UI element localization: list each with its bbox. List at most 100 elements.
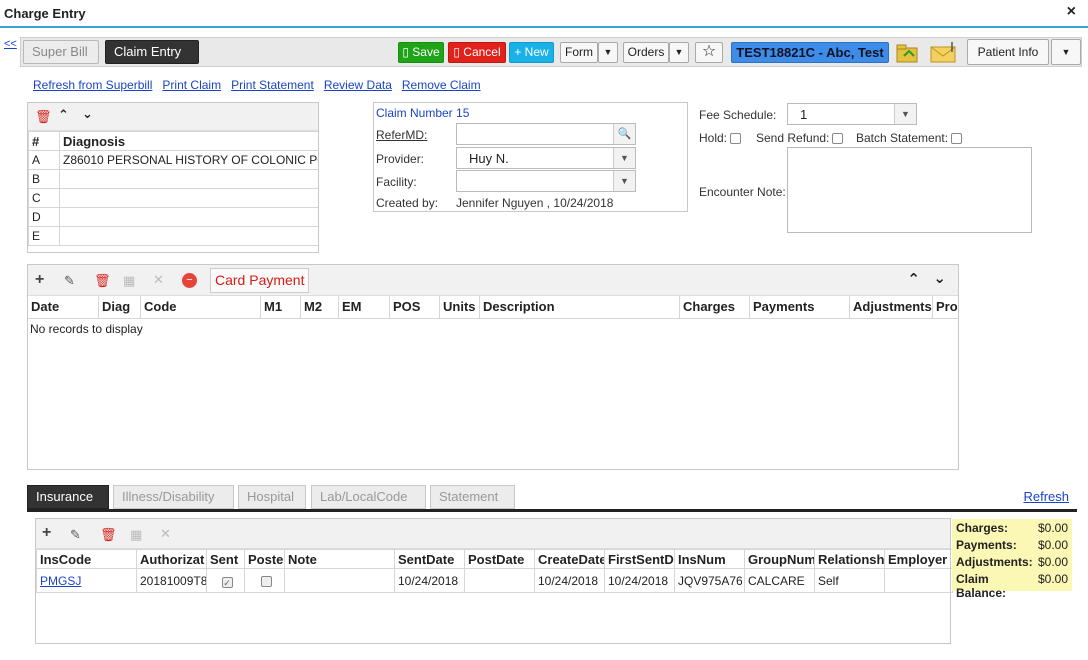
col-header: InsCode (36, 549, 137, 569)
send-refund-checkbox[interactable] (832, 133, 844, 144)
table-row[interactable]: C (28, 188, 318, 208)
card-payment-button[interactable]: Card Payment (210, 268, 310, 293)
col-header: FirstSentDa (604, 549, 675, 569)
form-button[interactable]: Form (560, 42, 598, 63)
print-claim-link[interactable]: Print Claim (162, 78, 221, 92)
table-row[interactable]: PMGSJ 20181009T8 ✓ 10/24/2018 10/24/2018… (36, 568, 953, 593)
mail-attachment-icon[interactable] (929, 40, 959, 64)
move-down-icon[interactable]: ⌄ (82, 106, 93, 122)
batch-statement-checkbox[interactable] (951, 133, 963, 144)
delete-icon[interactable]: 🗑 (35, 109, 52, 125)
delete-icon[interactable]: 🗑 (100, 527, 117, 543)
ins-code-link[interactable]: PMGSJ (40, 574, 81, 588)
remove-claim-link[interactable]: Remove Claim (402, 78, 481, 92)
void-icon[interactable]: − (182, 273, 197, 288)
save-icon[interactable]: ▦ (130, 527, 142, 543)
encounter-note-textarea[interactable] (787, 147, 1032, 233)
star-icon[interactable]: ☆ (695, 42, 723, 63)
tab-claim-entry[interactable]: Claim Entry (105, 40, 199, 64)
tab-hospital[interactable]: Hospital (238, 485, 306, 509)
sent-date-cell: 10/24/2018 (394, 568, 465, 593)
cancel-button[interactable]: ▯ Cancel (448, 42, 506, 63)
edit-icon[interactable]: ✎ (70, 527, 81, 543)
summary-row: Payments: $0.00 (956, 538, 1068, 552)
patient-info-button[interactable]: Patient Info (967, 39, 1049, 65)
form-dropdown-icon[interactable]: ▼ (598, 42, 618, 63)
close-icon[interactable]: × (1067, 3, 1076, 21)
insurance-panel: + ✎ 🗑 ▦ ✕ InsCode Authorizat Sent Poster… (35, 518, 953, 644)
provider-select[interactable]: Huy N. ▼ (456, 147, 636, 169)
summary-row: Charges: $0.00 (956, 521, 1068, 535)
print-statement-link[interactable]: Print Statement (231, 78, 314, 92)
folder-icon[interactable] (895, 40, 921, 64)
orders-button[interactable]: Orders (623, 42, 669, 63)
add-icon[interactable]: + (35, 271, 44, 289)
group-num-cell: CALCARE (744, 568, 815, 593)
refer-md-link[interactable]: ReferMD: (376, 128, 427, 142)
diagnosis-toolbar: 🗑 ⌃ ⌄ (28, 103, 318, 131)
sent-checkbox[interactable]: ✓ (206, 568, 245, 593)
note-cell (284, 568, 395, 593)
col-header: POS (390, 296, 440, 318)
fee-schedule-label: Fee Schedule: (699, 108, 777, 122)
move-down-icon[interactable]: ⌄ (933, 269, 946, 287)
bottom-tabbar: Insurance Illness/Disability Hospital La… (27, 482, 1077, 512)
fee-schedule-select[interactable]: 1 ▼ (787, 103, 917, 125)
table-row[interactable]: B (28, 169, 318, 189)
chevron-down-icon[interactable]: ▼ (613, 171, 635, 191)
table-row[interactable]: E (28, 226, 318, 246)
move-up-icon[interactable]: ⌃ (58, 107, 69, 123)
add-icon[interactable]: + (42, 524, 51, 542)
facility-select[interactable]: ▼ (456, 170, 636, 192)
main-toolbar: Super Bill Claim Entry ▯ Save ▯ Cancel +… (20, 37, 1082, 67)
col-header: Pro (936, 299, 958, 314)
first-sent-cell: 10/24/2018 (604, 568, 675, 593)
chevron-down-icon[interactable]: ▼ (613, 148, 635, 168)
batch-statement-label: Batch Statement: (856, 131, 963, 145)
cancel-icon[interactable]: ✕ (160, 526, 171, 542)
col-header: Diag (99, 296, 141, 318)
posted-checkbox[interactable] (244, 568, 285, 593)
collapse-link[interactable]: << (4, 38, 17, 50)
tab-statement[interactable]: Statement (430, 485, 515, 509)
refresh-from-superbill-link[interactable]: Refresh from Superbill (33, 78, 152, 92)
patient-info-dropdown-icon[interactable]: ▼ (1051, 39, 1081, 65)
tab-insurance[interactable]: Insurance (27, 485, 109, 509)
edit-icon[interactable]: ✎ (64, 273, 75, 289)
patient-button[interactable]: TEST18821C - Abc, Test (731, 42, 889, 63)
table-row[interactable]: AZ86010 PERSONAL HISTORY OF COLONIC POLY… (28, 150, 318, 170)
col-header: Sent (206, 549, 245, 569)
move-up-icon[interactable]: ⌃ (907, 270, 920, 288)
save-icon[interactable]: ▦ (123, 273, 135, 289)
hold-checkbox[interactable] (730, 133, 742, 144)
search-icon[interactable]: 🔍 (613, 124, 635, 144)
summary-row: Claim Balance: $0.00 (956, 572, 1068, 600)
refer-md-input[interactable]: 🔍 (456, 123, 636, 145)
table-row[interactable]: D (28, 207, 318, 227)
chevron-down-icon[interactable]: ▼ (894, 104, 916, 124)
col-header: Poster (244, 549, 285, 569)
new-button[interactable]: + New (509, 42, 554, 63)
provider-value: Huy N. (469, 151, 509, 166)
col-header: GroupNum (744, 549, 815, 569)
delete-icon[interactable]: 🗑 (94, 273, 111, 289)
ins-num-cell: JQV975A76 (674, 568, 745, 593)
send-refund-label: Send Refund: (756, 131, 844, 145)
orders-dropdown-icon[interactable]: ▼ (669, 42, 689, 63)
refresh-link[interactable]: Refresh (1023, 489, 1069, 504)
claim-info-panel: Claim Number 15 ReferMD: 🔍 Provider: Huy… (373, 102, 688, 212)
fee-schedule-value: 1 (800, 107, 808, 122)
col-header: EM (339, 296, 390, 318)
col-header: CreateDate (534, 549, 605, 569)
diagnosis-table: # Diagnosis A Z86010 PERSONAL HISTORY OF C… (28, 131, 318, 246)
cancel-icon[interactable]: ✕ (153, 272, 164, 288)
charges-header: Date Diag Code M1 M2 EM POS Units Descri… (28, 296, 958, 319)
insurance-toolbar: + ✎ 🗑 ▦ ✕ (36, 519, 950, 549)
action-links: Refresh from Superbill Print Claim Print… (33, 78, 481, 92)
tab-super-bill[interactable]: Super Bill (23, 40, 99, 64)
col-header: InsNum (674, 549, 745, 569)
save-button[interactable]: ▯ Save (398, 42, 444, 63)
tab-lab-localcode[interactable]: Lab/LocalCode (311, 485, 426, 509)
tab-illness-disability[interactable]: Illness/Disability (113, 485, 234, 509)
review-data-link[interactable]: Review Data (324, 78, 392, 92)
